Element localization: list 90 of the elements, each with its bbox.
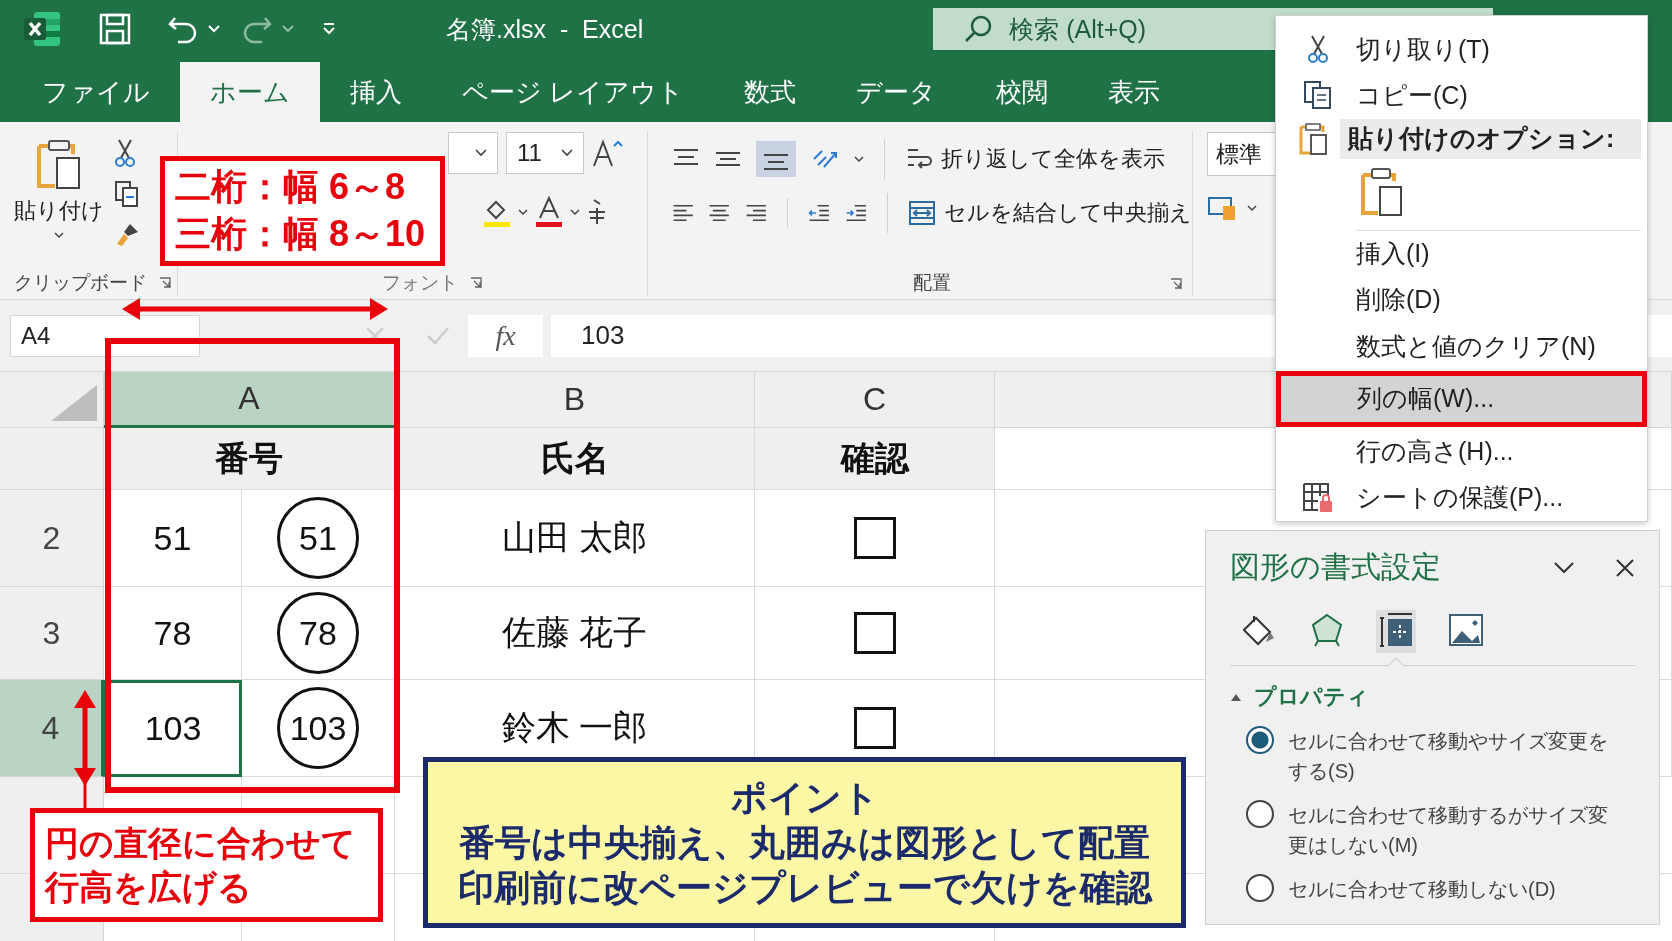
customize-toolbar-icon[interactable] bbox=[322, 23, 336, 35]
caret-icon[interactable] bbox=[1247, 204, 1257, 212]
table-cell: 山田 太郎 bbox=[395, 490, 755, 587]
menu-item[interactable]: シートの保護(P)... bbox=[1280, 474, 1643, 521]
caret-icon bbox=[54, 232, 64, 239]
window-title: 名簿.xlsx - Excel bbox=[446, 13, 644, 45]
group-label: 配置 bbox=[913, 271, 951, 295]
increase-font-size-icon[interactable] bbox=[592, 138, 624, 168]
checkbox[interactable] bbox=[853, 612, 896, 654]
clipboard-icon bbox=[1360, 166, 1404, 217]
point-text: 番号は中央揃え、丸囲みは図形として配置 bbox=[459, 821, 1150, 865]
clipboard-icon bbox=[35, 138, 83, 190]
ribbon-tab[interactable]: 数式 bbox=[714, 62, 827, 122]
radio-button[interactable] bbox=[1246, 874, 1274, 902]
paste-button[interactable]: 貼り付け bbox=[14, 132, 104, 260]
table-cell: 佐藤 花子 bbox=[395, 587, 755, 680]
option-label[interactable]: セルに合わせて移動やサイズ変更をする(S) bbox=[1288, 726, 1608, 786]
row-header[interactable]: 4 bbox=[0, 680, 104, 777]
phonetic-guide-icon[interactable] bbox=[586, 198, 608, 226]
clipboard-icon bbox=[1298, 121, 1328, 156]
dialog-launcher-icon[interactable] bbox=[1170, 278, 1182, 290]
search-icon bbox=[963, 14, 994, 44]
dialog-launcher-icon[interactable] bbox=[470, 277, 482, 289]
section-toggle[interactable]: プロパティ bbox=[1230, 682, 1369, 712]
menu-item[interactable]: 行の高さ(H)... bbox=[1280, 428, 1643, 475]
checkbox[interactable] bbox=[853, 517, 896, 559]
callout-text: 行高を広げる bbox=[45, 867, 253, 908]
caret-icon[interactable] bbox=[854, 155, 864, 163]
ribbon-tab[interactable]: データ bbox=[826, 62, 967, 122]
callout-text: 三桁：幅 8～10 bbox=[175, 212, 427, 256]
table-header-cell: 確認 bbox=[755, 428, 995, 490]
table-cell: 103 bbox=[104, 680, 242, 777]
name-box[interactable]: A4 bbox=[10, 314, 200, 357]
checkbox[interactable] bbox=[853, 707, 896, 749]
chevron-down-icon[interactable] bbox=[1553, 560, 1575, 575]
circled-number: 51 bbox=[277, 497, 359, 579]
font-name-field[interactable] bbox=[448, 132, 498, 174]
ribbon-tab[interactable]: 挿入 bbox=[320, 62, 432, 122]
ribbon-tab[interactable]: 表示 bbox=[1078, 62, 1191, 122]
insert-function-button[interactable]: fx bbox=[468, 314, 543, 357]
menu-section-label: 貼り付けのオプション: bbox=[1340, 118, 1641, 159]
circled-number: 103 bbox=[277, 687, 359, 769]
picture-icon bbox=[1448, 613, 1484, 647]
font-size-field[interactable]: 11 bbox=[506, 132, 584, 174]
merge-cells-icon bbox=[908, 199, 936, 227]
callout-text: 二桁：幅 6～8 bbox=[175, 165, 407, 210]
row-header[interactable]: 3 bbox=[0, 587, 104, 680]
close-icon[interactable] bbox=[1615, 557, 1635, 578]
table-header-cell: 番号 bbox=[104, 428, 395, 490]
save-icon[interactable] bbox=[98, 12, 132, 46]
caret-icon bbox=[561, 149, 573, 157]
wrap-text-button[interactable]: 折り返して全体を表示 bbox=[905, 144, 1165, 174]
excel-logo-icon bbox=[22, 9, 62, 49]
column-header[interactable]: C bbox=[755, 372, 995, 428]
option-label[interactable]: セルに合わせて移動しない(D) bbox=[1288, 874, 1608, 904]
column-header[interactable]: A bbox=[104, 372, 395, 428]
caret-icon[interactable] bbox=[570, 208, 580, 216]
circled-number: 78 bbox=[277, 592, 359, 674]
option-label[interactable]: セルに合わせて移動するがサイズ変更はしない(M) bbox=[1288, 800, 1608, 860]
table-cell: 78 bbox=[104, 587, 242, 680]
font-color-icon[interactable] bbox=[534, 196, 564, 228]
point-title: ポイント bbox=[730, 776, 879, 820]
ribbon-tab[interactable]: ファイル bbox=[12, 62, 180, 122]
group-label: フォント bbox=[382, 271, 458, 295]
pane-title: 図形の書式設定 bbox=[1230, 549, 1442, 585]
pentagon-icon bbox=[1310, 612, 1344, 648]
ribbon-tab[interactable]: ホーム bbox=[180, 62, 320, 122]
radio-button[interactable] bbox=[1246, 800, 1274, 828]
menu-item[interactable]: コピー(C) bbox=[1280, 72, 1643, 119]
callout-text: 円の直径に合わせて bbox=[45, 822, 357, 864]
size-properties-icon bbox=[1378, 612, 1414, 648]
radio-button[interactable] bbox=[1246, 726, 1274, 754]
align-bottom-icon[interactable] bbox=[756, 141, 796, 177]
point-text: 印刷前に改ページプレビューで欠けを確認 bbox=[457, 866, 1152, 910]
scissors-icon[interactable] bbox=[114, 138, 136, 168]
ribbon-tab[interactable]: ページ レイアウト bbox=[432, 62, 715, 122]
table-cell: 51 bbox=[104, 490, 242, 587]
scissors-icon bbox=[1307, 34, 1329, 65]
row-header[interactable]: 2 bbox=[0, 490, 104, 587]
collapse-triangle-icon bbox=[1230, 692, 1242, 702]
merge-center-button[interactable]: セルを結合して中央揃え bbox=[908, 198, 1192, 228]
dialog-launcher-icon[interactable] bbox=[159, 277, 171, 289]
caret-icon[interactable] bbox=[518, 208, 528, 216]
caret-icon bbox=[475, 149, 487, 157]
grid-lock-icon bbox=[1302, 481, 1334, 514]
menu-item[interactable]: 列の幅(W)... bbox=[1276, 371, 1647, 427]
ribbon-tab[interactable]: 校閲 bbox=[966, 62, 1079, 122]
group-label: クリップボード bbox=[14, 271, 147, 295]
copy-icon bbox=[1303, 80, 1333, 111]
menu-item[interactable]: 挿入(I) bbox=[1280, 230, 1643, 277]
